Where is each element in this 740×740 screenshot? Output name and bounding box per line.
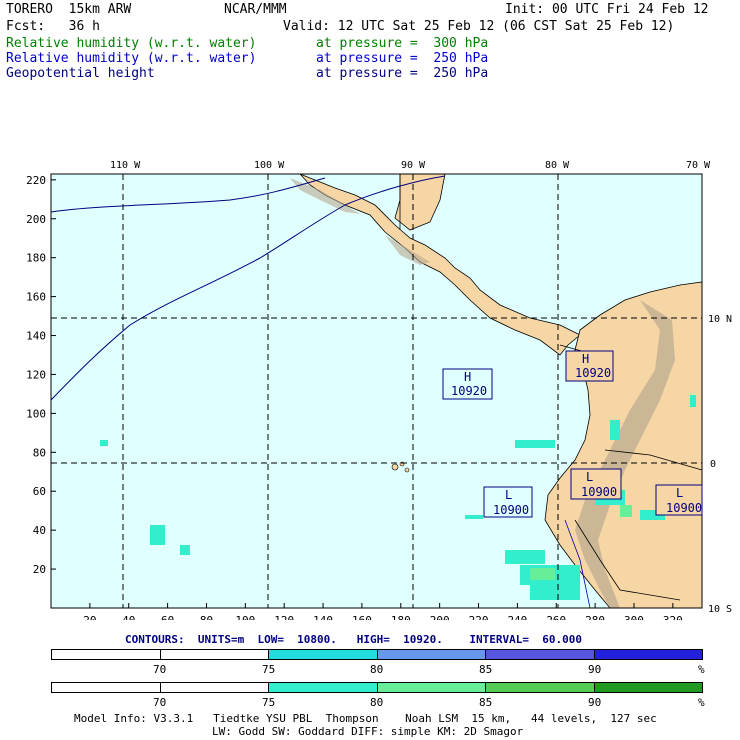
low-marker: L	[505, 488, 512, 502]
y-tick-label: 40	[33, 524, 46, 537]
x-tick-label: 160	[352, 614, 372, 620]
colorbar-unit: %	[698, 663, 705, 676]
colorbar-label: 70	[153, 663, 167, 676]
x-tick-label: 20	[83, 614, 96, 620]
low-marker: L	[676, 486, 683, 500]
low-value: 10900	[666, 501, 702, 515]
y-tick-label: 60	[33, 485, 46, 498]
low-marker: L	[586, 470, 593, 484]
x-tick-label: 140	[313, 614, 333, 620]
x-tick-label: 320	[663, 614, 683, 620]
weather-map: H 10920 H 10920 L 10900 L 10900 L 10900 …	[26, 160, 732, 620]
colorbar-label: 80	[370, 663, 384, 676]
lon-label: 100 W	[254, 160, 285, 171]
colorbar-label: 80	[370, 696, 384, 709]
x-tick-label: 180	[391, 614, 411, 620]
y-tick-label: 100	[26, 407, 46, 420]
x-tick-label: 280	[585, 614, 605, 620]
lon-label: 90 W	[401, 160, 426, 171]
lon-label: 70 W	[686, 160, 711, 171]
right-lat-labels: 10 N 0 10 S	[708, 314, 732, 615]
lat-label: 10 N	[708, 314, 732, 325]
lon-label: 80 W	[545, 160, 570, 171]
y-tick-label: 140	[26, 330, 46, 343]
colorbar-label: 70	[153, 696, 167, 709]
colorbar-label: 85	[479, 696, 493, 709]
colorbar-label: 75	[262, 696, 276, 709]
galapagos-island	[404, 467, 410, 473]
low-value: 10900	[581, 485, 617, 499]
y-tick-label: 80	[33, 446, 46, 459]
x-tick-label: 260	[546, 614, 566, 620]
model-info-line1: Model Info: V3.3.1 Tiedtke YSU PBL Thomp…	[74, 712, 657, 725]
x-tick-label: 300	[624, 614, 644, 620]
y-tick-label: 120	[26, 368, 46, 381]
galapagos-island	[391, 463, 399, 471]
x-tick-label: 100	[235, 614, 255, 620]
y-tick-label: 160	[26, 291, 46, 304]
lat-label: 10 S	[708, 604, 732, 615]
lat-label: 0	[710, 459, 716, 470]
colorbar-rh300	[51, 682, 703, 693]
x-tick-label: 40	[122, 614, 135, 620]
colorbar-label: 90	[588, 696, 602, 709]
colorbar-unit: %	[698, 696, 705, 709]
colorbar-label: 90	[588, 663, 602, 676]
high-value: 10920	[575, 366, 611, 380]
contour-info: CONTOURS: UNITS=m LOW= 10800. HIGH= 1092…	[125, 633, 582, 646]
colorbar-label: 75	[262, 663, 276, 676]
high-marker: H	[582, 352, 589, 366]
y-tick-label: 220	[26, 174, 46, 187]
top-lon-labels: 110 W 100 W 90 W 80 W 70 W	[110, 160, 711, 171]
colorbar-rh250	[51, 649, 703, 660]
colorbar-label: 85	[479, 663, 493, 676]
model-info-line2: LW: Godd SW: Goddard DIFF: simple KM: 2D…	[212, 725, 524, 738]
x-tick-label: 220	[469, 614, 489, 620]
high-value: 10920	[451, 384, 487, 398]
x-tick-label: 60	[161, 614, 174, 620]
high-marker: H	[464, 370, 471, 384]
x-tick-label: 120	[274, 614, 294, 620]
y-tick-label: 20	[33, 563, 46, 576]
y-tick-label: 180	[26, 252, 46, 265]
low-value: 10900	[493, 503, 529, 517]
x-tick-label: 80	[200, 614, 213, 620]
x-tick-label: 240	[507, 614, 527, 620]
lon-label: 110 W	[110, 160, 141, 171]
y-tick-label: 200	[26, 213, 46, 226]
x-tick-label: 200	[430, 614, 450, 620]
